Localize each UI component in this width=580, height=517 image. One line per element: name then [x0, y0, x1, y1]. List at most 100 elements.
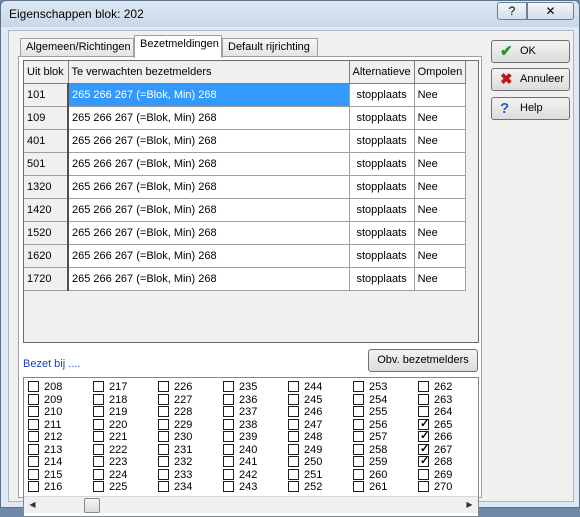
bezet-checkbox[interactable]: 221 — [93, 431, 127, 443]
checkbox-box[interactable] — [418, 381, 429, 392]
checkbox-box[interactable] — [288, 393, 299, 405]
cell-uit-blok[interactable]: 101 — [24, 83, 69, 107]
bezet-checkbox[interactable]: 256 — [353, 418, 387, 431]
table-row[interactable]: 1620 265 266 267 (=Blok, Min) 268 stopplaa… — [24, 244, 467, 268]
cell-alternatieve[interactable]: stopplaats — [349, 244, 415, 268]
checkbox-box[interactable] — [288, 381, 299, 392]
checkbox-box[interactable] — [353, 481, 364, 492]
table-row[interactable]: 401 265 266 267 (=Blok, Min) 268 stopplaat… — [24, 129, 467, 153]
checkbox-box[interactable] — [158, 393, 169, 405]
bezet-checkbox[interactable]: 254 — [353, 393, 387, 406]
bezet-checkbox[interactable]: 209 — [28, 393, 62, 406]
bezet-checkbox[interactable]: 242 — [223, 468, 257, 481]
checkbox-box[interactable] — [158, 406, 169, 417]
bezet-checkbox[interactable]: 208 — [28, 381, 62, 393]
bezet-checkbox[interactable]: 233 — [158, 468, 192, 481]
cell-uit-blok[interactable]: 1720 — [24, 267, 69, 291]
tab-default-rijrichting[interactable]: Default rijrichting — [222, 38, 318, 57]
horizontal-scrollbar[interactable]: ◀ ▶ — [24, 496, 478, 513]
bezet-checkbox[interactable]: 248 — [288, 431, 322, 443]
checkbox-box[interactable] — [353, 418, 364, 430]
cell-verwacht[interactable]: 265 266 267 (=Blok, Min) 268 — [68, 198, 350, 222]
cell-uit-blok[interactable]: 1320 — [24, 175, 69, 199]
column-header-alternatieve[interactable]: Alternatieve — [349, 61, 415, 84]
table-row[interactable]: 109 265 266 267 (=Blok, Min) 268 stopplaat… — [24, 106, 467, 130]
checkbox-box[interactable] — [93, 443, 104, 455]
bezet-checkbox[interactable]: 262 — [418, 381, 452, 393]
ok-button[interactable]: ✔ OK — [491, 40, 570, 63]
checkbox-box[interactable] — [28, 443, 39, 455]
cell-verwacht[interactable]: 265 266 267 (=Blok, Min) 268 — [68, 152, 350, 176]
bezet-checkbox[interactable]: 214 — [28, 456, 62, 468]
bezet-checkbox[interactable]: 241 — [223, 456, 257, 468]
bezet-checkbox[interactable]: 243 — [223, 481, 257, 493]
table-row[interactable]: 501 265 266 267 (=Blok, Min) 268 stopplaat… — [24, 152, 467, 176]
checkbox-box[interactable] — [93, 468, 104, 480]
bezet-checkbox[interactable]: 215 — [28, 468, 62, 481]
checkbox-box[interactable] — [353, 443, 364, 455]
checkbox-box[interactable] — [28, 481, 39, 492]
tab-bezetmeldingen[interactable]: Bezetmeldingen — [134, 35, 222, 58]
table-row[interactable]: 1420 265 266 267 (=Blok, Min) 268 stopplaa… — [24, 198, 467, 222]
checkbox-box[interactable]: ✓ — [418, 418, 429, 430]
bezet-checkbox[interactable]: 210 — [28, 406, 62, 418]
cell-uit-blok[interactable]: 109 — [24, 106, 69, 130]
cell-alternatieve[interactable]: stopplaats — [349, 267, 415, 291]
checkbox-box[interactable] — [223, 481, 234, 492]
cell-verwacht[interactable]: 265 266 267 (=Blok, Min) 268 — [68, 244, 350, 268]
bezet-checkbox[interactable]: 222 — [93, 443, 127, 456]
checkbox-box[interactable] — [288, 468, 299, 480]
bezet-checkbox[interactable]: 252 — [288, 481, 322, 493]
checkbox-box[interactable] — [28, 456, 39, 467]
cell-alternatieve[interactable]: stopplaats — [349, 129, 415, 153]
column-header-verwacht[interactable]: Te verwachten bezetmelders — [68, 61, 350, 84]
checkbox-box[interactable] — [288, 443, 299, 455]
cell-uit-blok[interactable]: 1520 — [24, 221, 69, 245]
bezet-checkbox[interactable]: ✓ 268 — [418, 455, 452, 468]
checkbox-box[interactable] — [28, 418, 39, 430]
bezet-checkbox[interactable]: 258 — [353, 443, 387, 456]
checkbox-box[interactable] — [28, 468, 39, 480]
checkbox-box[interactable] — [28, 393, 39, 405]
bezet-checkbox[interactable]: 225 — [93, 481, 127, 493]
bezet-checkbox[interactable]: 211 — [28, 418, 62, 431]
checkbox-box[interactable] — [93, 418, 104, 430]
bezet-checkbox[interactable]: 218 — [93, 393, 127, 406]
checkbox-box[interactable] — [223, 431, 234, 442]
tab-algemeen-richtingen[interactable]: Algemeen/Richtingen — [20, 38, 134, 57]
bezet-checkbox[interactable]: 270 — [418, 481, 452, 493]
bezet-checkbox[interactable]: 245 — [288, 393, 322, 406]
cell-verwacht[interactable]: 265 266 267 (=Blok, Min) 268 — [68, 175, 350, 199]
checkbox-box[interactable] — [158, 456, 169, 467]
checkbox-box[interactable] — [93, 481, 104, 492]
bezet-checkbox[interactable]: 250 — [288, 456, 322, 468]
bezet-checkbox[interactable]: 261 — [353, 481, 387, 493]
bezet-checkbox[interactable]: 259 — [353, 456, 387, 468]
bezet-checkbox[interactable]: 237 — [223, 406, 257, 418]
bezet-checkbox[interactable]: 232 — [158, 456, 192, 468]
bezet-checkbox[interactable]: 228 — [158, 406, 192, 418]
checkbox-box[interactable] — [93, 406, 104, 417]
checkbox-box[interactable] — [288, 481, 299, 492]
bezet-checkbox[interactable]: 235 — [223, 381, 257, 393]
checkbox-box[interactable] — [223, 393, 234, 405]
obv-bezetmelders-button[interactable]: Obv. bezetmelders — [368, 349, 478, 372]
checkbox-box[interactable] — [353, 406, 364, 417]
checkbox-box[interactable] — [288, 456, 299, 467]
checkbox-box[interactable] — [223, 443, 234, 455]
bezet-checkbox[interactable]: 220 — [93, 418, 127, 431]
cell-uit-blok[interactable]: 501 — [24, 152, 69, 176]
bezet-checkbox[interactable]: 226 — [158, 381, 192, 393]
checkbox-box[interactable] — [93, 381, 104, 392]
cell-ompolen[interactable]: Nee — [414, 221, 467, 245]
checkbox-box[interactable] — [93, 456, 104, 467]
bezet-checkbox[interactable]: 253 — [353, 381, 387, 393]
bezet-checkbox[interactable]: 219 — [93, 406, 127, 418]
bezet-checkbox[interactable]: 257 — [353, 431, 387, 443]
checkbox-box[interactable] — [353, 393, 364, 405]
cell-ompolen[interactable]: Nee — [414, 267, 467, 291]
bezet-checkbox[interactable]: 269 — [418, 468, 452, 481]
bezet-checkbox[interactable]: 247 — [288, 418, 322, 431]
help-caption-button[interactable]: ? — [497, 2, 527, 20]
cell-uit-blok[interactable]: 1620 — [24, 244, 69, 268]
